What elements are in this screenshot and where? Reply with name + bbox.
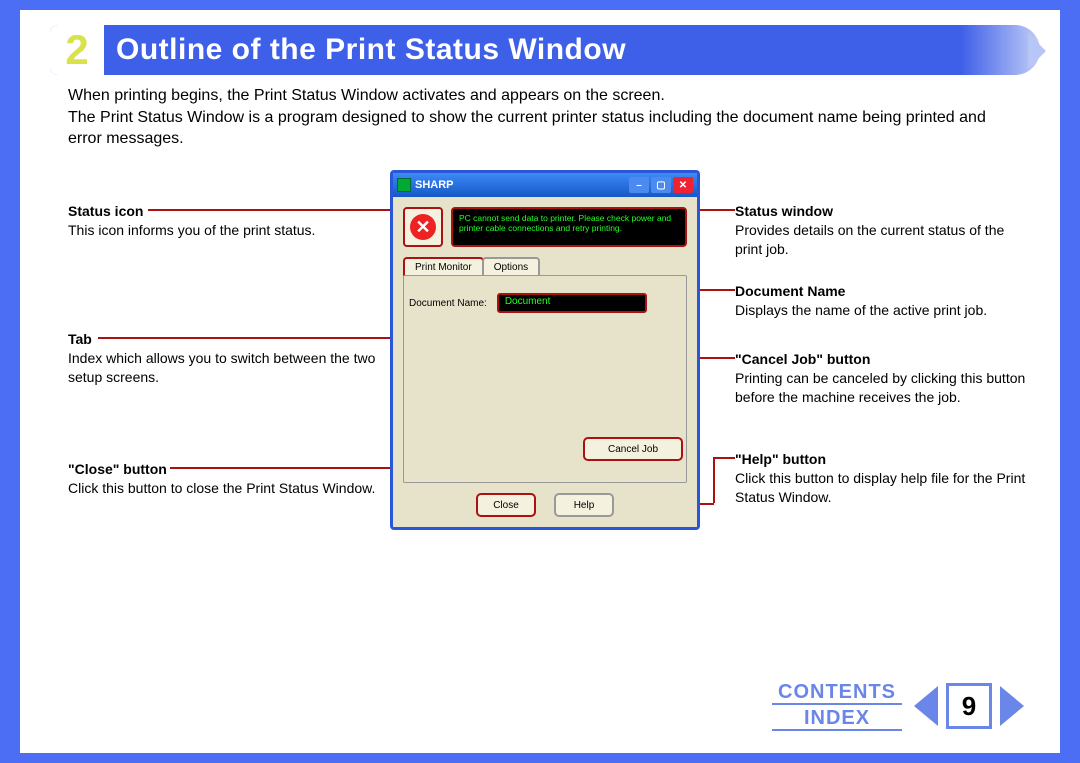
close-window-button[interactable]: ✕	[673, 177, 693, 193]
close-button[interactable]: Close	[476, 493, 536, 517]
callout-title: Tab	[68, 331, 92, 347]
callout-status-icon: Status icon This icon informs you of the…	[68, 202, 378, 240]
callout-desc: Click this button to close the Print Sta…	[68, 479, 378, 498]
status-icon: ✕	[403, 207, 443, 247]
callout-desc: Displays the name of the active print jo…	[735, 301, 1035, 320]
document-name-field: Document	[497, 293, 647, 313]
leader-line	[713, 457, 735, 459]
callout-title: "Cancel Job" button	[735, 351, 870, 367]
callout-title: Status window	[735, 203, 833, 219]
footer-nav: CONTENTS INDEX 9	[772, 681, 1024, 731]
callout-help: "Help" button Click this button to displ…	[735, 450, 1035, 507]
intro-p1: When printing begins, the Print Status W…	[68, 87, 665, 104]
section-title: Outline of the Print Status Window	[116, 33, 626, 67]
leader-line	[148, 209, 400, 211]
app-icon	[397, 178, 411, 192]
window-title: SHARP	[415, 179, 454, 191]
tab-bar: Print Monitor Options	[403, 257, 538, 276]
callout-close: "Close" button Click this button to clos…	[68, 460, 378, 498]
page-number: 9	[946, 683, 992, 729]
callout-desc: Printing can be canceled by clicking thi…	[735, 369, 1035, 407]
print-status-window: SHARP – ▢ ✕ ✕ PC cannot send data to pri…	[390, 170, 700, 530]
section-number: 2	[50, 25, 104, 75]
callout-cancel-job: "Cancel Job" button Printing can be canc…	[735, 350, 1035, 407]
callout-title: "Help" button	[735, 451, 826, 467]
callout-desc: This icon informs you of the print statu…	[68, 221, 378, 240]
maximize-button[interactable]: ▢	[651, 177, 671, 193]
tab-print-monitor[interactable]: Print Monitor	[403, 257, 484, 276]
intro-text: When printing begins, the Print Status W…	[68, 85, 1020, 150]
error-icon: ✕	[410, 214, 436, 240]
tab-options[interactable]: Options	[482, 257, 540, 276]
banner-arrow-icon	[1028, 33, 1046, 69]
help-button[interactable]: Help	[554, 493, 614, 517]
window-titlebar[interactable]: SHARP – ▢ ✕	[393, 173, 697, 197]
leader-line	[98, 337, 412, 339]
status-message: PC cannot send data to printer. Please c…	[451, 207, 687, 247]
callout-title: "Close" button	[68, 461, 167, 477]
leader-line	[713, 457, 715, 503]
callout-desc: Click this button to display help file f…	[735, 469, 1035, 507]
index-link[interactable]: INDEX	[772, 707, 902, 731]
callout-desc: Index which allows you to switch between…	[68, 349, 378, 387]
callout-title: Document Name	[735, 283, 845, 299]
contents-link[interactable]: CONTENTS	[772, 681, 902, 705]
callout-status-window: Status window Provides details on the cu…	[735, 202, 1035, 259]
section-banner: 2 Outline of the Print Status Window	[50, 25, 1040, 75]
prev-page-button[interactable]	[914, 686, 938, 726]
callout-desc: Provides details on the current status o…	[735, 221, 1035, 259]
intro-p2: The Print Status Window is a program des…	[68, 109, 986, 148]
callout-title: Status icon	[68, 203, 143, 219]
cancel-job-button[interactable]: Cancel Job	[583, 437, 683, 461]
document-name-label: Document Name:	[409, 298, 487, 309]
next-page-button[interactable]	[1000, 686, 1024, 726]
callout-document-name: Document Name Displays the name of the a…	[735, 282, 1035, 320]
minimize-button[interactable]: –	[629, 177, 649, 193]
